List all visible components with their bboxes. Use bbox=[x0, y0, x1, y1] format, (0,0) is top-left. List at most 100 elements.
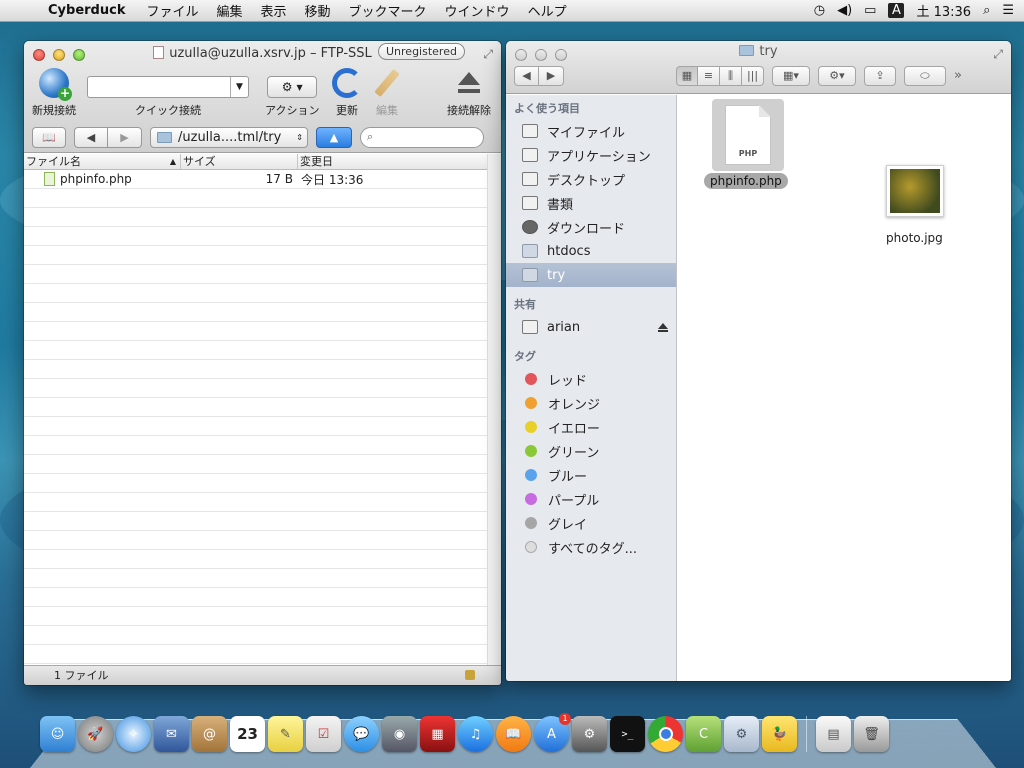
menu-file[interactable]: ファイル bbox=[137, 1, 207, 20]
forward-button[interactable]: ▶ bbox=[108, 126, 142, 148]
chrome-icon[interactable] bbox=[648, 716, 683, 752]
forward-button[interactable]: ▶ bbox=[539, 65, 564, 86]
computer-icon bbox=[522, 320, 538, 334]
back-button[interactable]: ◀ bbox=[74, 126, 108, 148]
sidebar-tag-item[interactable]: ブルー bbox=[506, 463, 676, 487]
tag-color-icon bbox=[525, 397, 537, 409]
messages-icon[interactable]: 💬 bbox=[344, 716, 379, 752]
sidebar-item-documents[interactable]: 書類 bbox=[506, 191, 676, 215]
eject-icon[interactable] bbox=[658, 323, 668, 332]
column-view-button[interactable]: ⫼ bbox=[720, 65, 742, 86]
refresh-button[interactable]: 更新 bbox=[332, 68, 362, 118]
icon-view-button[interactable]: ▦ bbox=[676, 65, 698, 86]
empty-row bbox=[24, 208, 487, 227]
menu-bookmarks[interactable]: ブックマーク bbox=[340, 1, 436, 20]
bookmarks-button[interactable]: 📖 bbox=[32, 126, 66, 148]
settings-icon[interactable]: ⚙ bbox=[724, 716, 759, 752]
table-row[interactable]: phpinfo.php 17 B 今日 13:36 bbox=[24, 170, 487, 189]
edit-button[interactable]: 編集 bbox=[374, 68, 400, 118]
sidebar-item-htdocs[interactable]: htdocs bbox=[506, 239, 676, 263]
mail-icon[interactable]: ✉ bbox=[154, 716, 189, 752]
chevron-down-icon[interactable]: ▼ bbox=[230, 77, 248, 97]
menu-go[interactable]: 移動 bbox=[296, 1, 340, 20]
sidebar-tag-item[interactable]: レッド bbox=[506, 367, 676, 391]
menu-view[interactable]: 表示 bbox=[252, 1, 296, 20]
column-name[interactable]: ファイル名 ▲ bbox=[24, 154, 181, 169]
action-button[interactable]: ⚙ ▾ bbox=[818, 65, 856, 86]
system-preferences-icon[interactable]: ⚙ bbox=[572, 716, 607, 752]
unregistered-badge[interactable]: Unregistered bbox=[378, 43, 465, 60]
clock[interactable]: 土 13:36 bbox=[916, 1, 971, 20]
fullscreen-icon[interactable]: ⤢ bbox=[483, 47, 493, 62]
sidebar-item-all-tags[interactable]: すべてのタグ... bbox=[506, 535, 676, 559]
facetime-icon[interactable]: ◉ bbox=[382, 716, 417, 752]
sidebar-tag-item[interactable]: パープル bbox=[506, 487, 676, 511]
file-item-photo[interactable] bbox=[886, 165, 944, 217]
time-machine-icon[interactable]: ◷ bbox=[814, 3, 825, 18]
tags-button[interactable]: ⬭ bbox=[904, 65, 946, 86]
sidebar-tag-item[interactable]: グレイ bbox=[506, 511, 676, 535]
sidebar-tag-item[interactable]: グリーン bbox=[506, 439, 676, 463]
terminal-icon[interactable]: >_ bbox=[610, 716, 645, 752]
cyberduck-icon[interactable]: 🦆 bbox=[762, 716, 797, 752]
vertical-scrollbar[interactable] bbox=[487, 154, 501, 665]
share-button[interactable]: ⇪ bbox=[864, 65, 896, 86]
sidebar-item-applications[interactable]: アプリケーション bbox=[506, 143, 676, 167]
notification-center-icon[interactable]: ☰ bbox=[1002, 3, 1014, 18]
quick-connect-input[interactable]: ▼ bbox=[87, 76, 249, 98]
disconnect-button[interactable]: 接続解除 bbox=[447, 68, 491, 118]
php-document-icon: PHP bbox=[725, 105, 771, 165]
list-view-button[interactable]: ≡ bbox=[698, 65, 720, 86]
tag-color-icon bbox=[525, 421, 537, 433]
menu-edit[interactable]: 編集 bbox=[207, 1, 251, 20]
back-button[interactable]: ◀ bbox=[514, 65, 539, 86]
empty-row bbox=[24, 360, 487, 379]
sidebar-item-desktop[interactable]: デスクトップ bbox=[506, 167, 676, 191]
toolbar-overflow-icon[interactable]: » bbox=[954, 68, 962, 83]
file-item-phpinfo[interactable]: PHP bbox=[712, 99, 784, 171]
itunes-icon[interactable]: ♫ bbox=[458, 716, 493, 752]
column-size[interactable]: サイズ bbox=[181, 154, 298, 169]
column-modified[interactable]: 変更日 bbox=[298, 154, 487, 169]
sidebar-item-try[interactable]: try bbox=[506, 263, 676, 287]
photo-booth-icon[interactable]: ▦ bbox=[420, 716, 455, 752]
input-method-icon[interactable]: A bbox=[888, 3, 905, 18]
file-name-phpinfo[interactable]: phpinfo.php bbox=[704, 173, 788, 189]
launchpad-icon[interactable]: 🚀 bbox=[78, 716, 113, 752]
file-name-photo[interactable]: photo.jpg bbox=[886, 231, 943, 245]
view-mode-control: ▦ ≡ ⫼ ||| bbox=[676, 65, 764, 86]
notes-icon[interactable]: ✎ bbox=[268, 716, 303, 752]
contacts-icon[interactable]: @ bbox=[192, 716, 227, 752]
volume-icon[interactable]: ◀) bbox=[837, 3, 852, 18]
battery-icon[interactable]: ▭ bbox=[864, 3, 876, 18]
spotlight-icon[interactable]: ⌕ bbox=[983, 3, 990, 18]
history-nav: ◀ ▶ bbox=[514, 65, 564, 86]
trash-icon[interactable]: 🗑 bbox=[854, 716, 889, 752]
sidebar-item-downloads[interactable]: ダウンロード bbox=[506, 215, 676, 239]
search-input[interactable]: ⌕ bbox=[360, 126, 484, 148]
sidebar-item-arian[interactable]: arian bbox=[506, 315, 676, 339]
sidebar-tag-item[interactable]: オレンジ bbox=[506, 391, 676, 415]
coverflow-view-button[interactable]: ||| bbox=[742, 65, 764, 86]
lock-icon[interactable] bbox=[465, 670, 475, 680]
menu-app-name[interactable]: Cyberduck bbox=[40, 3, 137, 18]
arrange-button[interactable]: ▦▾ bbox=[772, 65, 810, 86]
sidebar-tag-item[interactable]: イエロー bbox=[506, 415, 676, 439]
menu-window[interactable]: ウインドウ bbox=[436, 1, 519, 20]
finder-icon[interactable]: ☺ bbox=[40, 716, 75, 752]
documents-stack-icon[interactable]: ▤ bbox=[816, 716, 851, 752]
menu-help[interactable]: ヘルプ bbox=[519, 1, 576, 20]
safari-icon[interactable]: ✧ bbox=[116, 716, 151, 752]
fullscreen-icon[interactable]: ⤢ bbox=[993, 47, 1003, 62]
action-button[interactable]: ⚙ ▼ bbox=[267, 76, 318, 98]
sidebar-item-all-my-files[interactable]: マイファイル bbox=[506, 119, 676, 143]
ibooks-icon[interactable]: 📖 bbox=[496, 716, 531, 752]
coda-icon[interactable]: C bbox=[686, 716, 721, 752]
app-store-icon[interactable]: A1 bbox=[534, 713, 571, 752]
calendar-icon[interactable]: 23 bbox=[230, 716, 265, 752]
reminders-icon[interactable]: ☑ bbox=[306, 716, 341, 752]
parent-directory-button[interactable]: ▲ bbox=[316, 126, 352, 148]
path-popup[interactable]: /uzulla....tml/try ⇕ bbox=[150, 126, 308, 148]
edit-label: 編集 bbox=[376, 104, 398, 117]
new-connection-button[interactable]: 新規接続 bbox=[32, 68, 76, 118]
